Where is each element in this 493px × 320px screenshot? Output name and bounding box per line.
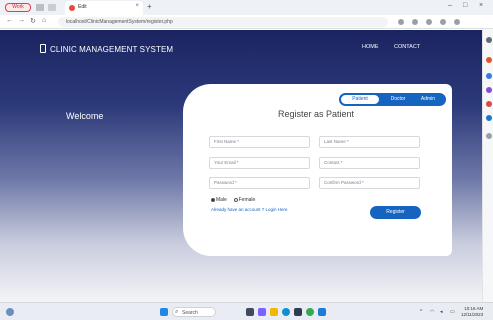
first-name-field[interactable]: First Name * (209, 136, 310, 148)
add-sidebar-icon[interactable] (486, 133, 492, 139)
new-tab-icon[interactable]: + (147, 2, 152, 11)
os-taskbar: ⌕ Search ^ ◠ ◂ ▭ 10:16 AM 12/11/2023 (0, 302, 493, 320)
games-icon[interactable] (486, 87, 492, 93)
store-icon[interactable] (294, 308, 302, 316)
password-field[interactable]: Password * (209, 177, 310, 189)
start-icon[interactable] (160, 308, 168, 316)
collections-icon[interactable] (426, 19, 432, 25)
email-field[interactable]: Your Email * (209, 157, 310, 169)
form-title: Register as Patient (278, 109, 355, 119)
welcome-heading: Welcome (66, 111, 104, 121)
female-radio[interactable] (233, 197, 238, 202)
maximize-icon[interactable]: □ (463, 2, 467, 9)
vscode-icon[interactable] (318, 308, 326, 316)
role-doctor-tab[interactable]: Doctor (385, 96, 411, 102)
settings-menu-icon[interactable] (454, 19, 460, 25)
office-icon[interactable] (486, 101, 492, 107)
profile-icon[interactable] (440, 19, 446, 25)
page-viewport: CLINIC MANAGEMENT SYSTEM HOME CONTACT We… (0, 30, 482, 302)
url-field[interactable]: localhost/ClinicManagementSystem/registe… (58, 17, 388, 27)
female-label: Female (238, 197, 256, 203)
close-window-icon[interactable]: × (479, 2, 483, 9)
weather-icon[interactable] (6, 308, 14, 316)
taskbar-search[interactable]: ⌕ Search (172, 307, 216, 317)
last-name-field[interactable]: Last Name * (319, 136, 420, 148)
file-explorer-icon[interactable] (270, 308, 278, 316)
chat-icon[interactable] (258, 308, 266, 316)
volume-icon[interactable]: ◂ (440, 309, 443, 315)
nav-contact[interactable]: CONTACT (394, 44, 420, 50)
forward-icon[interactable]: → (18, 17, 25, 24)
male-label: Male (216, 197, 227, 203)
confirm-password-field[interactable]: Confirm Password * (319, 177, 420, 189)
nav-home[interactable]: HOME (362, 44, 379, 50)
home-icon[interactable]: ⌂ (42, 17, 46, 24)
search-icon: ⌕ (175, 309, 179, 315)
profile-pill[interactable]: Work (5, 3, 31, 12)
battery-icon[interactable]: ▭ (450, 309, 455, 315)
role-patient-label: Patient (352, 96, 368, 102)
tab-actions-icon[interactable] (48, 4, 56, 11)
favorites-icon[interactable] (412, 19, 418, 25)
browser-sidebar (482, 29, 493, 304)
tray-chevron-icon[interactable]: ^ (420, 309, 422, 315)
site-brand[interactable]: CLINIC MANAGEMENT SYSTEM (50, 45, 173, 54)
contact-field[interactable]: Contact * (319, 157, 420, 169)
workspaces-icon[interactable] (36, 4, 44, 11)
outlook-icon[interactable] (486, 115, 492, 121)
role-patient-tab[interactable]: Patient (340, 94, 380, 105)
tab-title: Edit (78, 4, 87, 10)
minimize-icon[interactable]: – (448, 2, 452, 9)
reload-icon[interactable]: ↻ (30, 17, 36, 25)
register-button[interactable]: Register (370, 206, 421, 219)
clock-date: 12/11/2023 (461, 311, 484, 317)
clock-time: 10:16 AM (464, 306, 484, 311)
taskbar-search-label: Search (182, 310, 198, 316)
clock[interactable]: 10:16 AM 12/11/2023 (461, 306, 483, 317)
gender-group: Male Female (211, 197, 255, 203)
role-toggle: Patient Doctor Admin (339, 93, 446, 106)
browser-tab-active[interactable]: Edit × (65, 1, 143, 15)
login-link[interactable]: Already have an account ? Login Here (211, 207, 288, 212)
url-text: localhost/ClinicManagementSystem/registe… (66, 19, 173, 25)
tab-close-icon[interactable]: × (135, 3, 139, 9)
hospital-icon (40, 44, 46, 53)
search-sidebar-icon[interactable] (486, 37, 492, 43)
tab-favicon-icon (69, 5, 75, 11)
shopping-icon[interactable] (486, 57, 492, 63)
extension-icon[interactable] (398, 19, 404, 25)
wifi-icon[interactable]: ◠ (430, 309, 434, 315)
chrome-icon[interactable] (306, 308, 314, 316)
browser-tab-bar: Work Edit × + – □ × (0, 0, 493, 15)
register-card: Patient Doctor Admin Register as Patient… (183, 84, 452, 256)
task-view-icon[interactable] (246, 308, 254, 316)
tools-icon[interactable] (486, 73, 492, 79)
edge-icon[interactable] (282, 308, 290, 316)
back-icon[interactable]: ← (6, 17, 13, 24)
role-admin-tab[interactable]: Admin (415, 96, 441, 102)
male-radio[interactable] (211, 197, 215, 202)
